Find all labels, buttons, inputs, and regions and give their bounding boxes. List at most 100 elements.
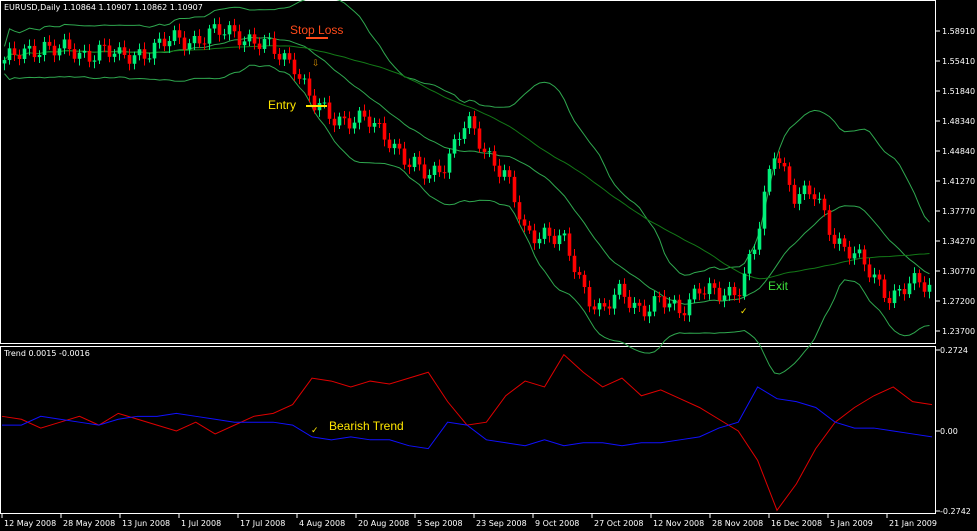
y-tick-label: 1.58910 (942, 27, 975, 36)
candle-body (372, 123, 377, 127)
candle-body (92, 60, 97, 62)
candle-body (472, 116, 477, 129)
candle-body (227, 25, 232, 35)
candle-body (917, 273, 922, 283)
candle-body (452, 139, 457, 154)
candle-body (647, 311, 652, 317)
candle-body (517, 202, 522, 220)
x-tick-label: 28 May 2008 (63, 519, 115, 528)
candle-body (342, 116, 347, 119)
candle-body (147, 58, 152, 60)
candle-body (782, 162, 787, 167)
candle-body (397, 143, 402, 149)
candle-body (877, 274, 882, 280)
candle-body (837, 238, 842, 244)
stop-loss-label: Stop Loss (290, 23, 343, 37)
candle-body (567, 233, 572, 256)
candle-body (717, 287, 722, 301)
x-tick-label: 4 Aug 2008 (299, 519, 345, 528)
candle-body (727, 286, 732, 296)
candle-body (107, 45, 112, 57)
candle-body (522, 219, 527, 226)
candle-body (887, 297, 892, 304)
candle-body (247, 34, 252, 42)
check-icon: ✓ (311, 426, 319, 436)
candle-body (642, 305, 647, 317)
candle-body (797, 194, 802, 204)
candle-body (367, 116, 372, 127)
candle-body (232, 25, 237, 32)
candle-body (187, 43, 192, 50)
candle-body (732, 286, 737, 296)
y-tick-label: 1.41270 (942, 177, 975, 186)
candle-body (112, 53, 117, 57)
x-tick-label: 16 Dec 2008 (771, 519, 822, 528)
candle-body (177, 30, 182, 38)
candle-body (842, 238, 847, 247)
candle-body (377, 123, 382, 125)
candle-body (712, 283, 717, 288)
candle-body (792, 184, 797, 204)
candle-body (627, 296, 632, 308)
candle-body (422, 164, 427, 179)
x-tick-label: 20 Aug 2008 (358, 519, 409, 528)
candle-body (867, 264, 872, 278)
candle-body (897, 289, 902, 291)
candle-body (362, 110, 367, 117)
candle-body (747, 254, 752, 274)
candle-body (512, 176, 517, 203)
candle-body (622, 283, 627, 297)
candle-body (132, 55, 137, 64)
candle-body (892, 290, 897, 304)
candle-body (787, 166, 792, 185)
candle-body (2, 60, 7, 64)
x-tick-label: 5 Jan 2009 (830, 519, 873, 528)
y-tick-label: 1.27200 (942, 297, 975, 306)
candle-body (492, 151, 497, 166)
candle-body (287, 53, 292, 60)
candle-body (52, 45, 57, 56)
candle-body (327, 102, 332, 119)
y-tick-label: 1.48340 (942, 117, 975, 126)
candle-body (582, 274, 587, 288)
candle-body (562, 233, 567, 236)
y-tick-label: 1.37770 (942, 207, 975, 216)
candle-body (392, 143, 397, 149)
candle-body (387, 139, 392, 149)
candle-body (907, 283, 912, 295)
candle-body (72, 49, 77, 59)
symbol-info: EURUSD,Daily 1.10864 1.10907 1.10862 1.1… (4, 3, 203, 12)
candle-body (852, 253, 857, 259)
candle-body (657, 296, 662, 298)
candle-body (127, 54, 132, 64)
candle-body (222, 34, 227, 36)
candle-body (337, 116, 342, 126)
candle-body (812, 194, 817, 200)
candle-body (307, 78, 312, 96)
x-tick-label: 17 Jul 2008 (240, 519, 285, 528)
y-tick-label: 1.55410 (942, 57, 975, 66)
x-tick-label: 13 Jun 2008 (122, 519, 170, 528)
candle-body (157, 38, 162, 43)
candle-body (822, 198, 827, 211)
candle-body (82, 50, 87, 53)
indicator-axis: 0.2724 0.00 -0.2742 (936, 346, 971, 516)
candle-body (357, 110, 362, 123)
check-icon: ✓ (740, 307, 748, 317)
x-tick-label: 1 Jul 2008 (181, 519, 221, 528)
candle-body (872, 274, 877, 278)
x-tick-label: 12 Nov 2008 (653, 519, 704, 528)
candle-body (802, 185, 807, 195)
candle-body (502, 170, 507, 177)
candle-body (432, 165, 437, 175)
entry-label: Entry (268, 98, 296, 112)
candle-body (167, 41, 172, 47)
candle-body (507, 170, 512, 177)
candle-body (97, 44, 102, 61)
candle-body (437, 165, 442, 173)
indicator-title: Trend 0.0015 -0.0016 (3, 349, 90, 358)
candle-body (637, 302, 642, 306)
candle-body (447, 153, 452, 173)
candle-body (442, 172, 447, 174)
candle-body (47, 41, 52, 46)
